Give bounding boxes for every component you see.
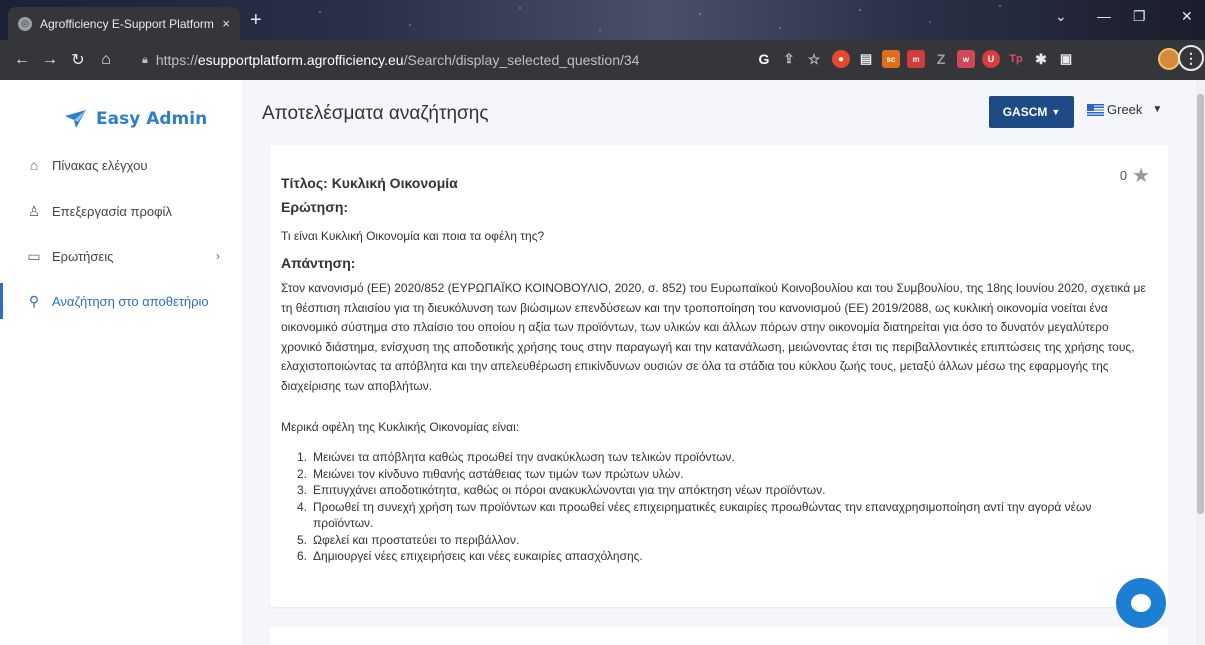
extension-hand-icon[interactable]: ● [832,50,850,68]
sidepanel-icon[interactable]: ▣ [1057,50,1075,68]
home-browser-icon[interactable]: ⌂ [92,51,120,69]
url-host: esupportplatform.agrofficiency.eu [197,52,404,68]
share-icon[interactable]: ⇪ [780,50,798,68]
extension-sc-icon[interactable]: sc [882,50,900,68]
question-heading: Ερώτηση: [281,199,349,215]
extensions-puzzle-icon[interactable]: ✱ [1032,50,1050,68]
language-label: Greek [1107,102,1143,117]
reload-icon[interactable]: ↻ [64,50,92,70]
list-text: Μειώνει τα απόβλητα καθώς προωθεί την αν… [313,450,735,464]
caret-down-icon: ▼ [1152,104,1163,115]
star-icon[interactable]: ★ [1132,163,1150,188]
sidebar-item-label: Αναζήτηση στο αποθετήριο [52,293,209,309]
search-icon: ⚲ [28,292,40,309]
greek-flag-icon [1087,103,1104,116]
list-text: Μειώνει τον κίνδυνο πιθανής αστάθειας τω… [313,466,684,481]
org-label: GASCM [1002,105,1048,119]
google-icon[interactable]: G [755,50,773,68]
result-title: Τίτλος: Κυκλική Οικονομία [281,175,458,191]
org-dropdown-button[interactable]: GASCM ▼ [989,96,1074,128]
sidebar-item-label: Ερωτήσεις [52,248,114,264]
brand-name: Easy Admin [96,109,208,129]
tab-search-icon[interactable]: ⌄ [1055,8,1067,25]
chat-widget-button[interactable] [1116,578,1166,628]
list-number: 2. [296,466,307,481]
extension-u-icon[interactable]: U [982,50,1000,68]
tab-close-icon[interactable]: × [222,16,230,31]
home-icon: ⌂ [29,157,39,173]
sidebar: Easy Admin ⌂ Πίνακας ελέγχου ♙ Επεξεργασ… [0,80,242,645]
sidebar-item-label: Επεξεργασία προφίλ [52,203,172,219]
sidebar-item-label: Πίνακας ελέγχου [52,157,148,173]
url-prefix: https:// [155,52,198,68]
user-icon: ♙ [27,202,41,219]
sidebar-item-repository-search[interactable]: ⚲ Αναζήτηση στο αποθετήριο [0,283,242,319]
profile-avatar[interactable] [1158,48,1180,70]
sidebar-item-questions[interactable]: ▭ Ερωτήσεις › [0,238,242,274]
rating-count: 0 [1119,168,1128,183]
list-number: 3. [296,483,307,497]
forward-icon[interactable]: → [36,51,64,69]
list-text: Προωθεί τη συνεχή χρήση των προϊόντων κα… [313,499,1092,531]
caret-down-icon: ▼ [1051,107,1061,117]
browser-tab-strip: ◎ Agrofficiency E-Support Platform × + ⌄… [0,0,1205,40]
answer-text: Στον κανονισμό (ΕΕ) 2020/852 (ΕΥΡΩΠΑΪΚΟ … [281,281,1146,393]
extension-w-icon[interactable]: w [957,50,975,68]
list-item: 6. Δημιουργεί νέες επιχειρήσεις και νέες… [281,548,1151,565]
globe-icon: ◎ [18,16,32,31]
address-bar[interactable]: 🔒︎ https://esupportplatform.agrofficienc… [142,47,742,73]
list-item: 4. Προωθεί τη συνεχή χρήση των προϊόντων … [281,499,1151,532]
list-number: 4. [296,499,307,514]
list-item: 3. Επιτυγχάνει αποδοτικότητα, καθώς οι πό… [281,482,1151,499]
extension-m-icon[interactable]: m [907,50,925,68]
tab-title: Agrofficiency E-Support Platform [40,16,214,31]
browser-tab[interactable]: ◎ Agrofficiency E-Support Platform × [8,7,240,40]
answer-heading: Απάντηση: [281,255,356,271]
question-text: Τι είναι Κυκλική Οικονομία και ποια τα ο… [281,229,545,243]
sidebar-item-edit-profile[interactable]: ♙ Επεξεργασία προφίλ [0,193,242,229]
list-text: Ωφελεί και προστατεύει το περιβάλλον. [313,532,520,547]
list-item: 1. Μειώνει τα απόβλητα καθώς προωθεί την … [281,449,1151,466]
extension-doc-icon[interactable]: ▤ [857,50,875,68]
minimize-icon[interactable]: — [1097,8,1111,24]
url-path: /Search/display_selected_question/34 [403,52,640,68]
list-number: 1. [296,450,307,464]
extension-tp-icon[interactable]: Tp [1007,50,1025,68]
browser-menu-icon[interactable]: ⋮ [1178,45,1204,71]
language-selector[interactable]: Greek ▼ [1087,102,1162,117]
list-number: 6. [296,549,307,563]
list-text: Δημιουργεί νέες επιχειρήσεις και νέες ευ… [313,549,643,563]
page-title: Αποτελέσματα αναζήτησης [262,103,489,124]
list-item: 2. Μειώνει τον κίνδυνο πιθανής αστάθειας … [281,466,1151,483]
rating: 0 ★ [1120,163,1150,188]
new-tab-button[interactable]: + [250,10,262,30]
list-text: Επιτυγχάνει αποδοτικότητα, καθώς οι πόρο… [313,483,826,497]
list-number: 5. [296,532,307,547]
plane-logo-icon [65,110,86,128]
next-result-card [270,627,1168,645]
scrollbar-thumb[interactable] [1197,94,1204,514]
chat-icon: ▭ [27,247,41,264]
lock-icon: 🔒︎ [142,53,148,66]
result-card: 0 ★ Τίτλος: Κυκλική Οικονομία Ερώτηση: Τ… [270,145,1168,607]
extension-z-icon[interactable]: Z [932,50,950,68]
chevron-right-icon: › [216,249,220,263]
chat-bubble-icon [1131,594,1151,612]
close-window-icon[interactable]: ✕ [1181,8,1193,25]
restore-icon[interactable]: ❐ [1133,8,1146,25]
sidebar-item-dashboard[interactable]: ⌂ Πίνακας ελέγχου [0,147,242,183]
benefits-intro: Μερικά οφέλη της Κυκλικής Οικονομίας είν… [281,420,520,434]
back-icon[interactable]: ← [8,51,36,69]
list-item: 5. Ωφελεί και προστατεύει το περιβάλλον. [281,532,1151,549]
brand-logo[interactable]: Easy Admin [64,108,207,130]
bookmark-star-icon[interactable]: ☆ [805,50,823,68]
benefits-list: 1. Μειώνει τα απόβλητα καθώς προωθεί την … [281,449,1151,565]
